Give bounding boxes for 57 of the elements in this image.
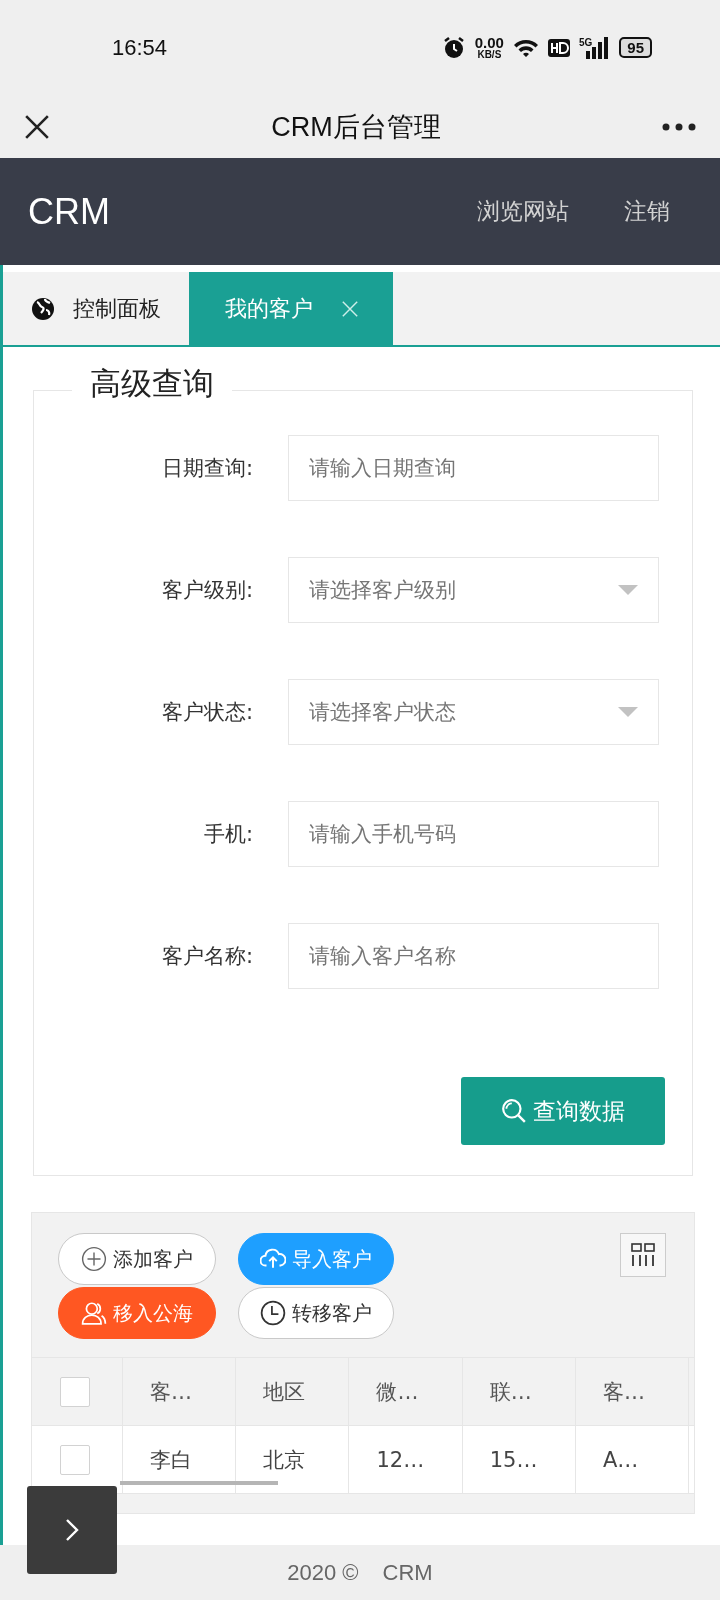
caret-icon: [618, 707, 638, 717]
select-field[interactable]: 请选择客户级别: [288, 557, 659, 623]
site-brand: CRM: [28, 190, 110, 233]
input-field[interactable]: 请输入日期查询: [288, 435, 659, 501]
nav-link[interactable]: 浏览网站: [477, 196, 569, 227]
network-type: 5G: [578, 36, 593, 48]
columns-icon: [631, 1243, 655, 1267]
input-field[interactable]: 请输入手机号码: [288, 801, 659, 867]
clock-time: 16:54: [112, 34, 168, 61]
battery-level: 95: [619, 37, 652, 58]
table-cell: A…: [575, 1425, 689, 1494]
net-unit: KB/S: [477, 50, 502, 60]
more-icon: [662, 122, 696, 131]
toolbar-button[interactable]: 导入客户: [238, 1233, 394, 1285]
column-header: 客…: [122, 1357, 236, 1426]
page-title: CRM后台管理: [271, 110, 441, 144]
columns-button[interactable]: [620, 1233, 666, 1277]
nav-link[interactable]: 注销: [624, 196, 670, 227]
toolbar-button[interactable]: 移入公海: [58, 1287, 216, 1339]
close-icon: [24, 113, 50, 140]
field-label: 日期查询:: [160, 455, 253, 482]
expand-button[interactable]: [27, 1486, 117, 1574]
select-field[interactable]: 请选择客户状态: [288, 679, 659, 745]
field-label: 手机:: [202, 821, 253, 848]
field-label: 客户状态:: [160, 699, 253, 726]
search-button[interactable]: 查询数据: [461, 1077, 665, 1145]
hd-icon: [547, 38, 570, 57]
users-icon: [81, 1300, 107, 1326]
footer-brand: CRM: [382, 1559, 433, 1586]
caret-icon: [618, 585, 638, 595]
table-cell: 15…: [462, 1425, 576, 1494]
table-cell: 北京: [235, 1425, 349, 1494]
column-header: 客…: [575, 1357, 689, 1426]
input-field[interactable]: 请输入客户名称: [288, 923, 659, 989]
scrollbar[interactable]: [120, 1481, 278, 1485]
field-label: 客户级别:: [160, 577, 253, 604]
table-cell: 12…: [348, 1425, 463, 1494]
copyright-text: 2020 ©: [287, 1559, 359, 1586]
checkbox[interactable]: [60, 1444, 90, 1475]
column-header: 联…: [462, 1357, 576, 1426]
chevron-right-icon: [65, 1517, 79, 1543]
column-header: 微…: [348, 1357, 463, 1426]
tab[interactable]: 控制面板: [3, 272, 189, 345]
checkbox[interactable]: [60, 1376, 90, 1407]
toolbar-button[interactable]: 转移客户: [238, 1287, 394, 1339]
toolbar-button[interactable]: 添加客户: [58, 1233, 216, 1285]
tab[interactable]: 我的客户: [189, 272, 393, 345]
close-icon: [341, 299, 359, 318]
clock-icon: [260, 1300, 286, 1326]
plus-circle-icon: [81, 1246, 107, 1272]
field-label: 客户名称:: [160, 943, 253, 970]
wifi-icon: [512, 37, 539, 58]
net-speed: 0.00: [474, 35, 504, 50]
globe-icon: [31, 296, 55, 321]
search-icon: [501, 1098, 527, 1124]
table-cell: 李白: [122, 1425, 236, 1494]
column-header: 地区: [235, 1357, 349, 1426]
